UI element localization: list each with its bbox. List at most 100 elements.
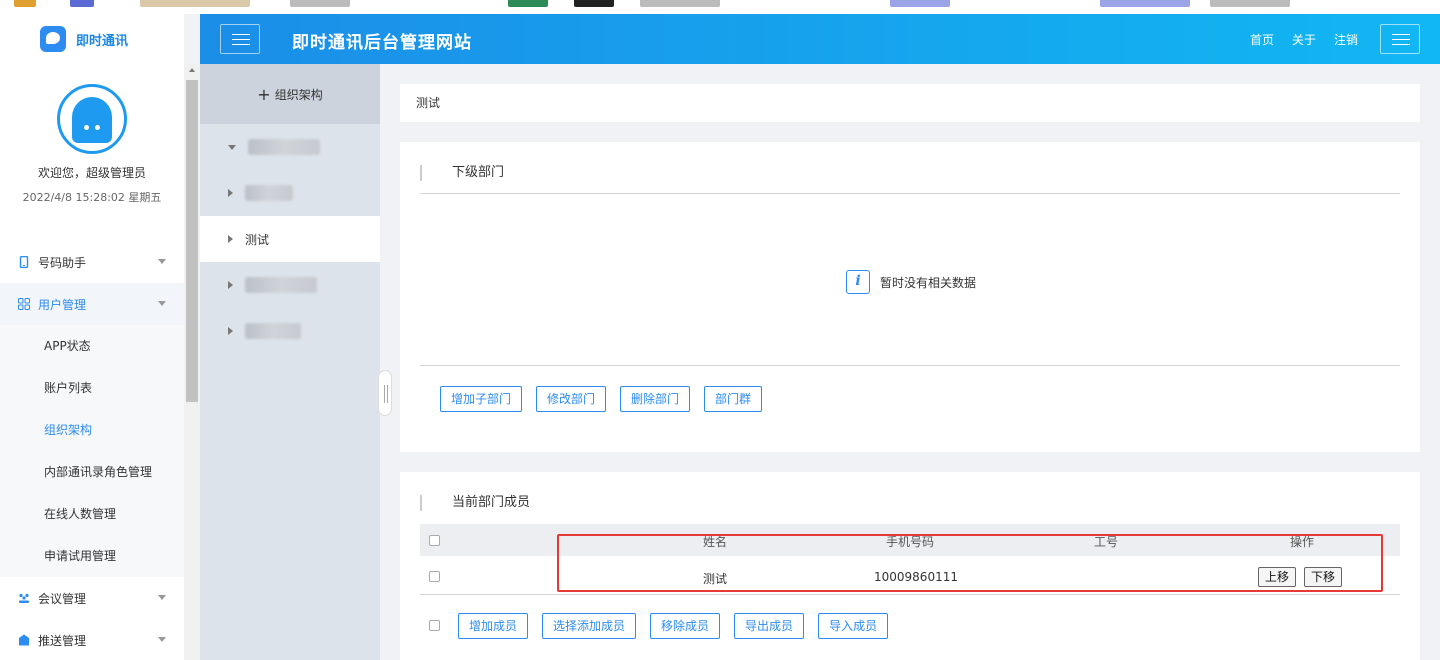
tree-node[interactable] xyxy=(200,262,380,308)
breadcrumb-current: 测试 xyxy=(416,96,441,110)
chevron-down-icon xyxy=(158,259,166,264)
scroll-up-icon[interactable] xyxy=(189,68,195,72)
menu-group-push[interactable]: 推送管理 xyxy=(0,619,184,660)
redacted-node-label xyxy=(245,185,293,201)
avatar-eye xyxy=(95,125,100,130)
menu-group-label: 推送管理 xyxy=(38,633,87,648)
add-org-label: 组织架构 xyxy=(274,87,323,102)
tree-node-label: 测试 xyxy=(245,232,270,247)
sub-department-actions: 增加子部门 修改部门 删除部门 部门群 xyxy=(440,386,763,412)
move-up-button[interactable]: 上移 xyxy=(1258,567,1297,587)
right-menu-button[interactable] xyxy=(1380,24,1420,54)
caret-right-icon[interactable] xyxy=(228,327,233,335)
bookmark-icon[interactable] xyxy=(508,0,548,7)
sidebar: 即时通讯 欢迎您，超级管理员 2022/4/8 15:28:02 星期五 号码助… xyxy=(0,14,184,660)
edit-department-button[interactable]: 修改部门 xyxy=(536,386,607,412)
add-member-button[interactable]: 增加成员 xyxy=(458,613,529,639)
redacted-node-label xyxy=(248,139,320,155)
tree-node[interactable] xyxy=(200,170,380,216)
top-header: 即时通讯后台管理网站 首页 关于 注销 xyxy=(200,14,1440,64)
chat-logo-icon xyxy=(40,26,66,52)
move-down-button[interactable]: 下移 xyxy=(1304,567,1343,587)
menu-group-user-management[interactable]: 用户管理 xyxy=(0,283,184,325)
tree-node[interactable] xyxy=(200,124,380,170)
add-sub-department-button[interactable]: 增加子部门 xyxy=(440,386,523,412)
bookmark-icon[interactable] xyxy=(70,0,94,7)
phone-icon xyxy=(19,256,29,268)
member-name: 测试 xyxy=(703,572,728,586)
submenu-app-status[interactable]: APP状态 xyxy=(0,325,184,367)
caret-down-icon[interactable] xyxy=(228,144,236,150)
meeting-icon xyxy=(19,593,29,603)
submenu-org-structure[interactable]: 组织架构 xyxy=(0,409,184,451)
column-header-actions: 操作 xyxy=(1290,535,1315,549)
remove-member-button[interactable]: 移除成员 xyxy=(650,613,721,639)
side-menu: 号码助手 用户管理 APP状态 账户列表 组织架构 内部通讯录角色管理 在线人数… xyxy=(0,241,184,660)
select-add-member-button[interactable]: 选择添加成员 xyxy=(542,613,637,639)
chevron-down-icon xyxy=(158,595,166,600)
caret-right-icon[interactable] xyxy=(228,189,233,197)
divider xyxy=(420,365,1400,366)
bookmark-icon[interactable] xyxy=(14,0,36,7)
menu-group-label: 会议管理 xyxy=(38,591,87,606)
caret-right-icon[interactable] xyxy=(228,235,233,243)
avatar[interactable] xyxy=(57,84,127,154)
welcome-text: 欢迎您，超级管理员 xyxy=(37,166,146,180)
plus-icon: + xyxy=(257,84,271,104)
tree-node[interactable] xyxy=(200,308,380,354)
org-tree-panel: + 组织架构 测试 xyxy=(200,64,380,660)
bookmark-icon[interactable] xyxy=(140,0,250,7)
member-phone: 10009860111 xyxy=(874,570,958,584)
menu-group-meeting[interactable]: 会议管理 xyxy=(0,577,184,619)
submenu-trial-apply[interactable]: 申请试用管理 xyxy=(0,535,184,577)
user-management-submenu: APP状态 账户列表 组织架构 内部通讯录角色管理 在线人数管理 申请试用管理 xyxy=(0,325,184,577)
row-checkbox[interactable] xyxy=(429,571,440,582)
delete-department-button[interactable]: 删除部门 xyxy=(620,386,691,412)
chevron-down-icon xyxy=(158,301,166,306)
sub-department-card: 下级部门 i 暂时没有相关数据 增加子部门 修改部门 删除部门 部门群 xyxy=(400,142,1420,452)
menu-group-number-assistant[interactable]: 号码助手 xyxy=(0,241,184,283)
hamburger-line xyxy=(232,34,250,35)
submenu-contact-role[interactable]: 内部通讯录角色管理 xyxy=(0,451,184,493)
bookmark-icon[interactable] xyxy=(640,0,720,7)
menu-group-label: 号码助手 xyxy=(38,255,87,270)
select-all-checkbox[interactable] xyxy=(429,535,440,546)
submenu-account-list[interactable]: 账户列表 xyxy=(0,367,184,409)
scrollbar-thumb[interactable] xyxy=(186,80,198,402)
export-members-button[interactable]: 导出成员 xyxy=(734,613,805,639)
caret-right-icon[interactable] xyxy=(228,281,233,289)
home-link[interactable]: 首页 xyxy=(1250,31,1274,48)
section-title: 下级部门 xyxy=(420,165,504,181)
submenu-online-count[interactable]: 在线人数管理 xyxy=(0,493,184,535)
about-link[interactable]: 关于 xyxy=(1292,31,1316,48)
menu-toggle-button[interactable] xyxy=(220,24,260,54)
bookmark-icon[interactable] xyxy=(574,0,614,7)
members-table-header: 姓名 手机号码 工号 操作 xyxy=(420,524,1400,556)
logout-link[interactable]: 注销 xyxy=(1334,31,1358,48)
menu-group-label: 用户管理 xyxy=(38,297,87,312)
bookmark-bar xyxy=(0,0,1440,14)
header-links: 首页 关于 注销 xyxy=(1250,31,1358,48)
panel-resize-handle[interactable] xyxy=(378,370,392,416)
column-header-phone[interactable]: 手机号码 xyxy=(886,533,934,550)
footer-select-checkbox[interactable] xyxy=(429,620,440,631)
empty-state: i 暂时没有相关数据 xyxy=(846,270,976,294)
bookmark-icon[interactable] xyxy=(890,0,950,7)
hamburger-line xyxy=(1392,34,1410,35)
member-actions: 增加成员 选择添加成员 移除成员 导出成员 导入成员 xyxy=(458,613,889,639)
tree-node-selected[interactable]: 测试 xyxy=(200,216,380,262)
table-row: 测试 10009860111 上移 下移 xyxy=(420,560,1400,594)
sidebar-scrollbar[interactable] xyxy=(184,64,200,660)
bookmark-icon[interactable] xyxy=(290,0,350,7)
department-members-card: 当前部门成员 姓名 手机号码 工号 操作 测试 10009860111 上移 下… xyxy=(400,472,1420,660)
column-header-name[interactable]: 姓名 xyxy=(703,533,727,550)
divider xyxy=(420,594,1400,595)
import-members-button[interactable]: 导入成员 xyxy=(818,613,889,639)
bookmark-icon[interactable] xyxy=(1210,0,1290,7)
avatar-eye xyxy=(84,125,89,130)
department-group-button[interactable]: 部门群 xyxy=(704,386,763,412)
bookmark-icon[interactable] xyxy=(1100,0,1190,7)
add-org-button[interactable]: + 组织架构 xyxy=(200,64,380,124)
logo[interactable]: 即时通讯 xyxy=(0,14,184,64)
column-header-employee-no[interactable]: 工号 xyxy=(1094,533,1118,550)
